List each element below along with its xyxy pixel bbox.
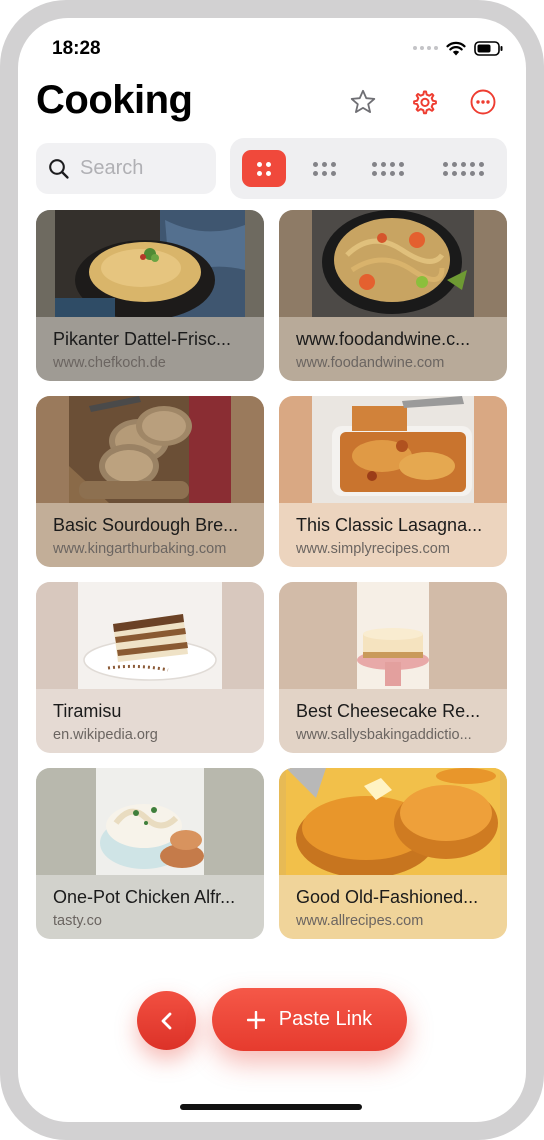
app-screen: 18:28 Cooking Search Pikanter Dattel-Fri… [18,18,526,1122]
recipe-card[interactable]: Basic Sourdough Bre... www.kingarthurbak… [36,396,264,567]
recipe-image [286,768,500,875]
recipe-title: One-Pot Chicken Alfr... [53,887,236,907]
favorites-button[interactable] [347,86,379,118]
star-outline-icon [350,89,376,113]
page-title: Cooking [36,78,193,122]
wifi-icon [446,41,466,55]
back-button[interactable] [137,991,196,1050]
recipe-card[interactable]: This Classic Lasagna... www.simplyrecipe… [279,396,507,567]
recipe-image [96,768,204,875]
ellipsis-circle-icon [470,89,496,115]
grid-5-icon [442,161,484,176]
paste-link-label: Paste Link [278,1008,373,1030]
grid-2-icon [257,161,271,176]
settings-button[interactable] [408,86,440,118]
status-icons [413,40,504,56]
recipe-image [55,210,245,317]
chevron-left-icon [161,1012,171,1029]
paste-link-button[interactable]: Paste Link [212,988,407,1051]
recipe-card[interactable]: Tiramisu en.wikipedia.org [36,582,264,753]
recipe-domain: tasty.co [53,913,102,929]
recipe-image [78,582,222,689]
status-time: 18:28 [52,38,101,59]
recipe-title: www.foodandwine.c... [296,329,471,349]
more-options-button[interactable] [467,86,499,118]
layout-4-column-button[interactable] [362,150,414,187]
recipe-title: Good Old-Fashioned... [296,887,479,907]
recipe-domain: www.allrecipes.com [296,913,424,929]
recipe-card[interactable]: Best Cheesecake Re... www.sallysbakingad… [279,582,507,753]
recipe-image [312,210,474,317]
recipe-card[interactable]: One-Pot Chicken Alfr... tasty.co [36,768,264,939]
cellular-signal-icon [413,46,438,50]
recipe-card[interactable]: Good Old-Fashioned... www.allrecipes.com [279,768,507,939]
layout-5-column-button[interactable] [430,150,496,187]
recipe-domain: www.chefkoch.de [53,355,166,371]
grid-3-icon [312,161,336,176]
recipe-domain: www.kingarthurbaking.com [53,541,227,557]
recipe-domain: en.wikipedia.org [53,727,158,743]
recipe-domain: www.foodandwine.com [296,355,445,371]
recipe-title: This Classic Lasagna... [296,515,483,535]
layout-3-column-button[interactable] [302,150,346,187]
recipe-title: Best Cheesecake Re... [296,701,481,721]
recipe-title: Tiramisu [53,701,122,721]
plus-icon [246,1010,265,1029]
recipe-card[interactable]: www.foodandwine.c... www.foodandwine.com [279,210,507,381]
recipe-title: Pikanter Dattel-Frisc... [53,329,232,349]
layout-switcher [230,138,507,199]
search-input[interactable] [80,157,190,180]
battery-icon [474,40,503,56]
search-bar[interactable] [36,143,216,194]
recipe-image [69,396,231,503]
recipe-title: Basic Sourdough Bre... [53,515,239,535]
search-icon [49,158,69,179]
recipe-domain: www.sallysbakingaddictio... [296,727,472,743]
layout-2-column-button[interactable] [242,150,286,187]
recipe-image [357,582,429,689]
grid-4-icon [372,161,404,176]
gear-icon [413,90,437,115]
recipe-image [312,396,474,503]
home-indicator[interactable] [180,1104,362,1110]
recipe-card[interactable]: Pikanter Dattel-Frisc... www.chefkoch.de [36,210,264,381]
recipe-domain: www.simplyrecipes.com [296,541,450,557]
